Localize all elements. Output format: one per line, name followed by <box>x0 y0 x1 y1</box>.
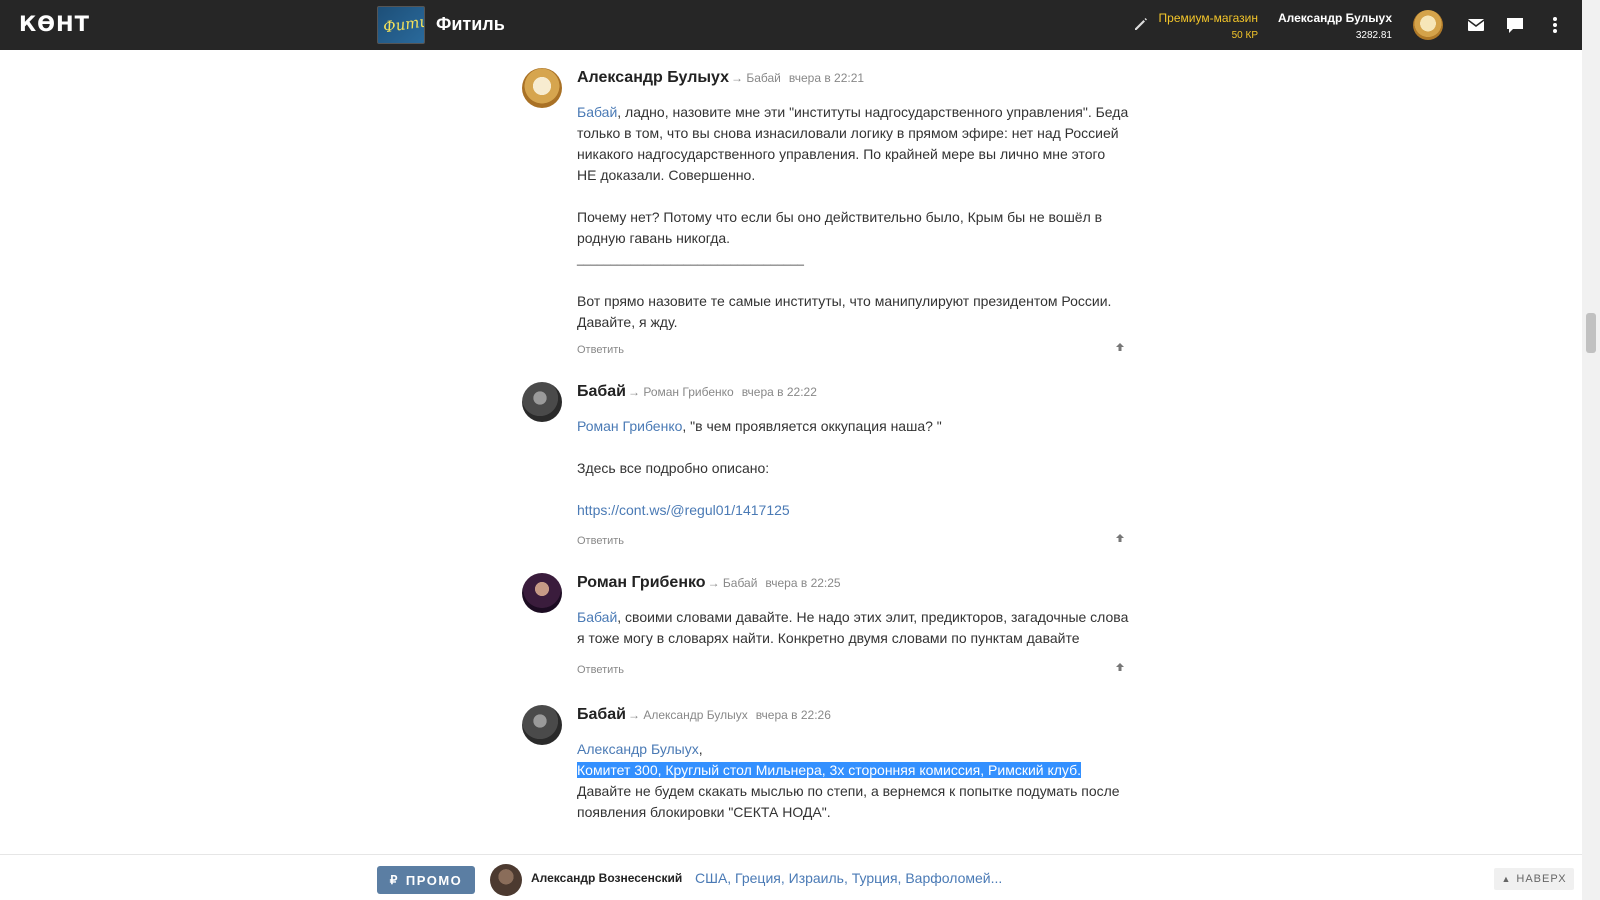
comment-line: Почему нет? Потому что если бы оно дейст… <box>577 209 1103 225</box>
comment-line: НЕ доказали. Совершенно. <box>577 167 756 183</box>
comments-feed: Александр Булыух → Бабай вчера в 22:21 Баб… <box>0 50 1582 854</box>
comment-header: Александр Булыух → Бабай вчера в 22:21 <box>577 69 864 87</box>
reply-button[interactable]: Ответить <box>577 664 624 676</box>
comment-item: Бабай → Александр Булыух вчера в 22:26 Але… <box>522 705 1138 854</box>
comment-mention[interactable]: Бабай <box>577 104 617 120</box>
comment-line: Бабай, своими словами давайте. Не надо э… <box>577 609 1129 625</box>
comment-link[interactable]: https://cont.ws/@regul01/1417125 <box>577 500 1137 521</box>
comment-line: __________________________________ <box>577 252 804 266</box>
comment-time[interactable]: вчера в 22:21 <box>789 71 864 85</box>
comment-author[interactable]: Бабай <box>577 706 626 723</box>
comment-text: Александр Булыух, Комитет 300, Круглый с… <box>577 739 1137 823</box>
comment-footer: Ответить <box>577 660 1137 676</box>
comment-item: Бабай → Роман Грибенко вчера в 22:22 Роман… <box>522 382 1138 552</box>
comment-line: я тоже могу в словарях найти. Конкретно … <box>577 630 1080 646</box>
comment-reply-to[interactable]: → Бабай <box>731 71 781 85</box>
comment-header: Бабай → Роман Грибенко вчера в 22:22 <box>577 383 817 401</box>
user-avatar[interactable] <box>1413 10 1443 40</box>
premium-kp-balance: 50 КР <box>1231 30 1258 41</box>
top-navbar: КѲНТ Фитиль Фитиль Премиум-магазин 50 КР… <box>0 0 1582 50</box>
comment-blank-line <box>577 186 1137 207</box>
comment-line: появления блокировки "СЕКТА НОДА". <box>577 804 831 820</box>
comment-reply-to[interactable]: → Роман Грибенко <box>628 385 734 399</box>
comment-line: Давайте не будем скакать мыслью по степи… <box>577 783 1120 799</box>
comment-avatar[interactable] <box>522 382 562 422</box>
comment-author[interactable]: Александр Булыух <box>577 69 729 86</box>
comment-header: Роман Грибенко → Бабай вчера в 22:25 <box>577 574 841 592</box>
comment-time[interactable]: вчера в 22:25 <box>765 576 840 590</box>
mail-icon[interactable] <box>1465 14 1487 36</box>
bottom-promo-bar: ₽ ПРОМО Александр Вознесенский США, Греци… <box>0 854 1582 900</box>
group-avatar[interactable]: Фитиль <box>377 6 425 44</box>
comment-time[interactable]: вчера в 22:26 <box>756 708 831 722</box>
promo-author-avatar[interactable] <box>490 864 522 896</box>
ruble-icon: ₽ <box>389 873 399 887</box>
reply-button[interactable]: Ответить <box>577 535 624 547</box>
comment-line: никакого надгосударственного управления.… <box>577 146 1106 162</box>
comment-avatar[interactable] <box>522 68 562 108</box>
arrow-up-icon[interactable] <box>1115 533 1125 543</box>
comment-mention[interactable]: Александр Булыух <box>577 741 699 757</box>
site-logo[interactable]: КѲНТ <box>19 12 90 36</box>
comment-reply-to[interactable]: → Александр Булыух <box>628 708 748 722</box>
comment-blank-line <box>577 479 1137 500</box>
comment-mention[interactable]: Роман Грибенко <box>577 418 682 434</box>
scrollbar-thumb[interactable] <box>1586 313 1596 353</box>
more-icon[interactable] <box>1544 14 1566 36</box>
premium-shop-link[interactable]: Премиум-магазин 50 КР <box>1159 11 1258 41</box>
comment-line: только в том, что вы снова изнасиловали … <box>577 125 1119 141</box>
comment-line: Александр Булыух, <box>577 741 703 757</box>
promo-article-link[interactable]: США, Греция, Израиль, Турция, Варфоломей… <box>695 870 1002 886</box>
comment-line: Комитет 300, Круглый стол Мильнера, 3х с… <box>577 760 1137 781</box>
arrow-up-icon[interactable] <box>1115 342 1125 352</box>
pencil-icon[interactable] <box>1131 14 1151 34</box>
comment-blank-line <box>577 437 1137 458</box>
comment-avatar[interactable] <box>522 705 562 745</box>
comment-avatar[interactable] <box>522 573 562 613</box>
user-name: Александр Булыух <box>1277 11 1392 25</box>
comment-mention[interactable]: Бабай <box>577 609 617 625</box>
comment-reply-to[interactable]: → Бабай <box>708 576 758 590</box>
comment-footer: Ответить <box>577 340 1137 356</box>
comment-footer: Ответить <box>577 531 1137 547</box>
promo-author[interactable]: Александр Вознесенский <box>531 871 682 885</box>
comment-line: Бабай, ладно, назовите мне эти "институт… <box>577 104 1129 120</box>
reply-button[interactable]: Ответить <box>577 344 624 356</box>
comment-header: Бабай → Александр Булыух вчера в 22:26 <box>577 706 831 724</box>
comment-text: Роман Грибенко, "в чем проявляется оккуп… <box>577 416 1137 521</box>
triangle-up-icon: ▲ <box>1501 874 1512 884</box>
comment-line: Здесь все подробно описано: <box>577 460 770 476</box>
comment-item: Александр Булыух → Бабай вчера в 22:21 Баб… <box>522 68 1138 368</box>
comment-item: Роман Грибенко → Бабай вчера в 22:25 Бабай… <box>522 573 1138 683</box>
user-menu[interactable]: Александр Булыух 3282.81 <box>1278 11 1392 41</box>
to-top-button[interactable]: ▲ НАВЕРХ <box>1494 868 1574 890</box>
comment-line: Вот прямо назовите те самые институты, ч… <box>577 293 1112 309</box>
page-scrollbar[interactable] <box>1582 0 1600 900</box>
comment-author[interactable]: Роман Грибенко <box>577 574 706 591</box>
comment-time[interactable]: вчера в 22:22 <box>742 385 817 399</box>
to-top-label: НАВЕРХ <box>1516 873 1567 885</box>
user-score: 3282.81 <box>1355 30 1392 41</box>
comment-line: родную гавань никогда. <box>577 230 731 246</box>
chat-icon[interactable] <box>1504 14 1526 36</box>
comment-line: Давайте, я жду. <box>577 314 678 330</box>
comment-blank-line <box>577 270 1137 291</box>
comment-text: Бабай, своими словами давайте. Не надо э… <box>577 607 1137 649</box>
promo-button[interactable]: ₽ ПРОМО <box>377 866 475 894</box>
group-avatar-text: Фитиль <box>382 9 425 37</box>
comment-author[interactable]: Бабай <box>577 383 626 400</box>
selected-text: Комитет 300, Круглый стол Мильнера, 3х с… <box>577 762 1081 778</box>
group-title[interactable]: Фитиль <box>436 14 505 35</box>
premium-shop-label: Премиум-магазин <box>1158 11 1258 25</box>
promo-label: ПРОМО <box>405 872 463 888</box>
arrow-up-icon[interactable] <box>1115 662 1125 672</box>
comment-line: Роман Грибенко, "в чем проявляется оккуп… <box>577 418 942 434</box>
comment-text: Бабай, ладно, назовите мне эти "институт… <box>577 102 1137 333</box>
